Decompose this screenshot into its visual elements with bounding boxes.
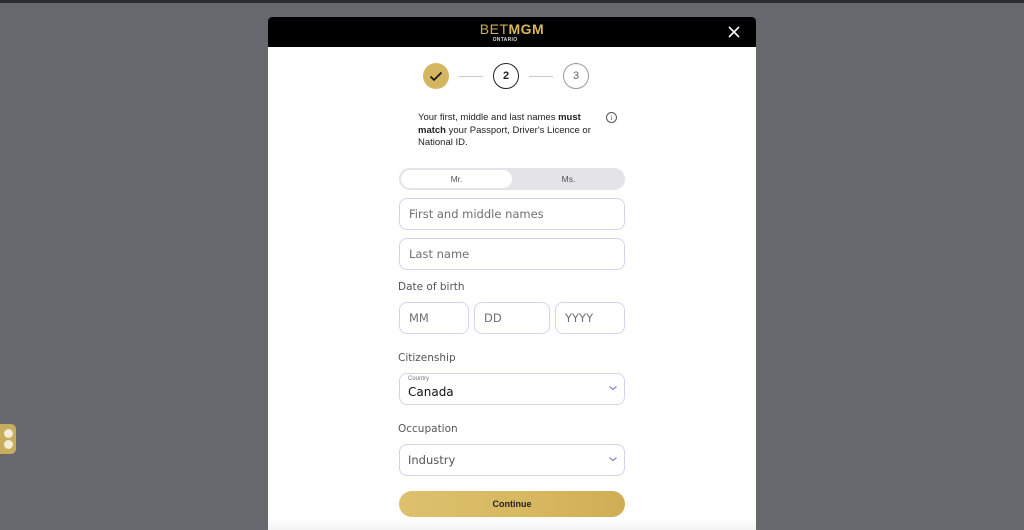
country-value: Canada <box>408 385 454 399</box>
sad-face-icon[interactable] <box>3 440 13 449</box>
chevron-down-icon <box>609 386 617 391</box>
modal-header: BETMGM ONTARIO <box>268 17 756 47</box>
last-name-input[interactable]: Last name <box>399 238 625 270</box>
continue-button[interactable]: Continue <box>399 491 625 517</box>
notice-text: Your first, middle and last names <box>418 112 559 123</box>
first-middle-names-input[interactable]: First and middle names <box>399 198 625 230</box>
step-3-pending: 3 <box>563 63 589 89</box>
logo-province: ONTARIO <box>492 37 518 43</box>
browser-top-strip <box>0 0 1024 3</box>
title-toggle: Mr. Ms. <box>399 168 625 190</box>
modal-bottom-edge <box>268 518 756 530</box>
step-connector <box>529 75 553 77</box>
dob-label: Date of birth <box>398 281 465 293</box>
betmgm-logo: BETMGM ONTARIO <box>268 21 756 43</box>
title-option-ms[interactable]: Ms. <box>512 168 625 190</box>
registration-modal: BETMGM ONTARIO 2 3 Your first, middle an… <box>268 17 756 530</box>
step-connector <box>459 75 483 77</box>
name-match-notice: Your first, middle and last names must m… <box>418 112 608 150</box>
occupation-select[interactable]: Industry <box>399 444 625 476</box>
feedback-widget[interactable] <box>0 424 16 454</box>
occupation-label: Occupation <box>398 423 458 435</box>
dob-year-input[interactable]: YYYY <box>555 302 625 334</box>
title-option-mr[interactable]: Mr. <box>401 170 512 188</box>
country-field-label: Country <box>408 376 430 382</box>
info-icon[interactable]: i <box>606 112 617 123</box>
step-1-complete <box>423 63 449 89</box>
dob-day-input[interactable]: DD <box>474 302 550 334</box>
progress-stepper: 2 3 <box>423 63 589 89</box>
checkmark-icon <box>429 71 443 81</box>
citizenship-label: Citizenship <box>398 352 456 364</box>
close-icon[interactable] <box>726 24 742 40</box>
step-2-current: 2 <box>493 63 519 89</box>
country-select[interactable]: Country Canada <box>399 373 625 405</box>
chevron-down-icon <box>609 457 617 462</box>
happy-face-icon[interactable] <box>3 429 13 438</box>
logo-bet: BET <box>479 21 509 37</box>
dob-month-input[interactable]: MM <box>399 302 469 334</box>
occupation-value: Industry <box>408 453 456 467</box>
logo-mgm: MGM <box>508 21 545 37</box>
